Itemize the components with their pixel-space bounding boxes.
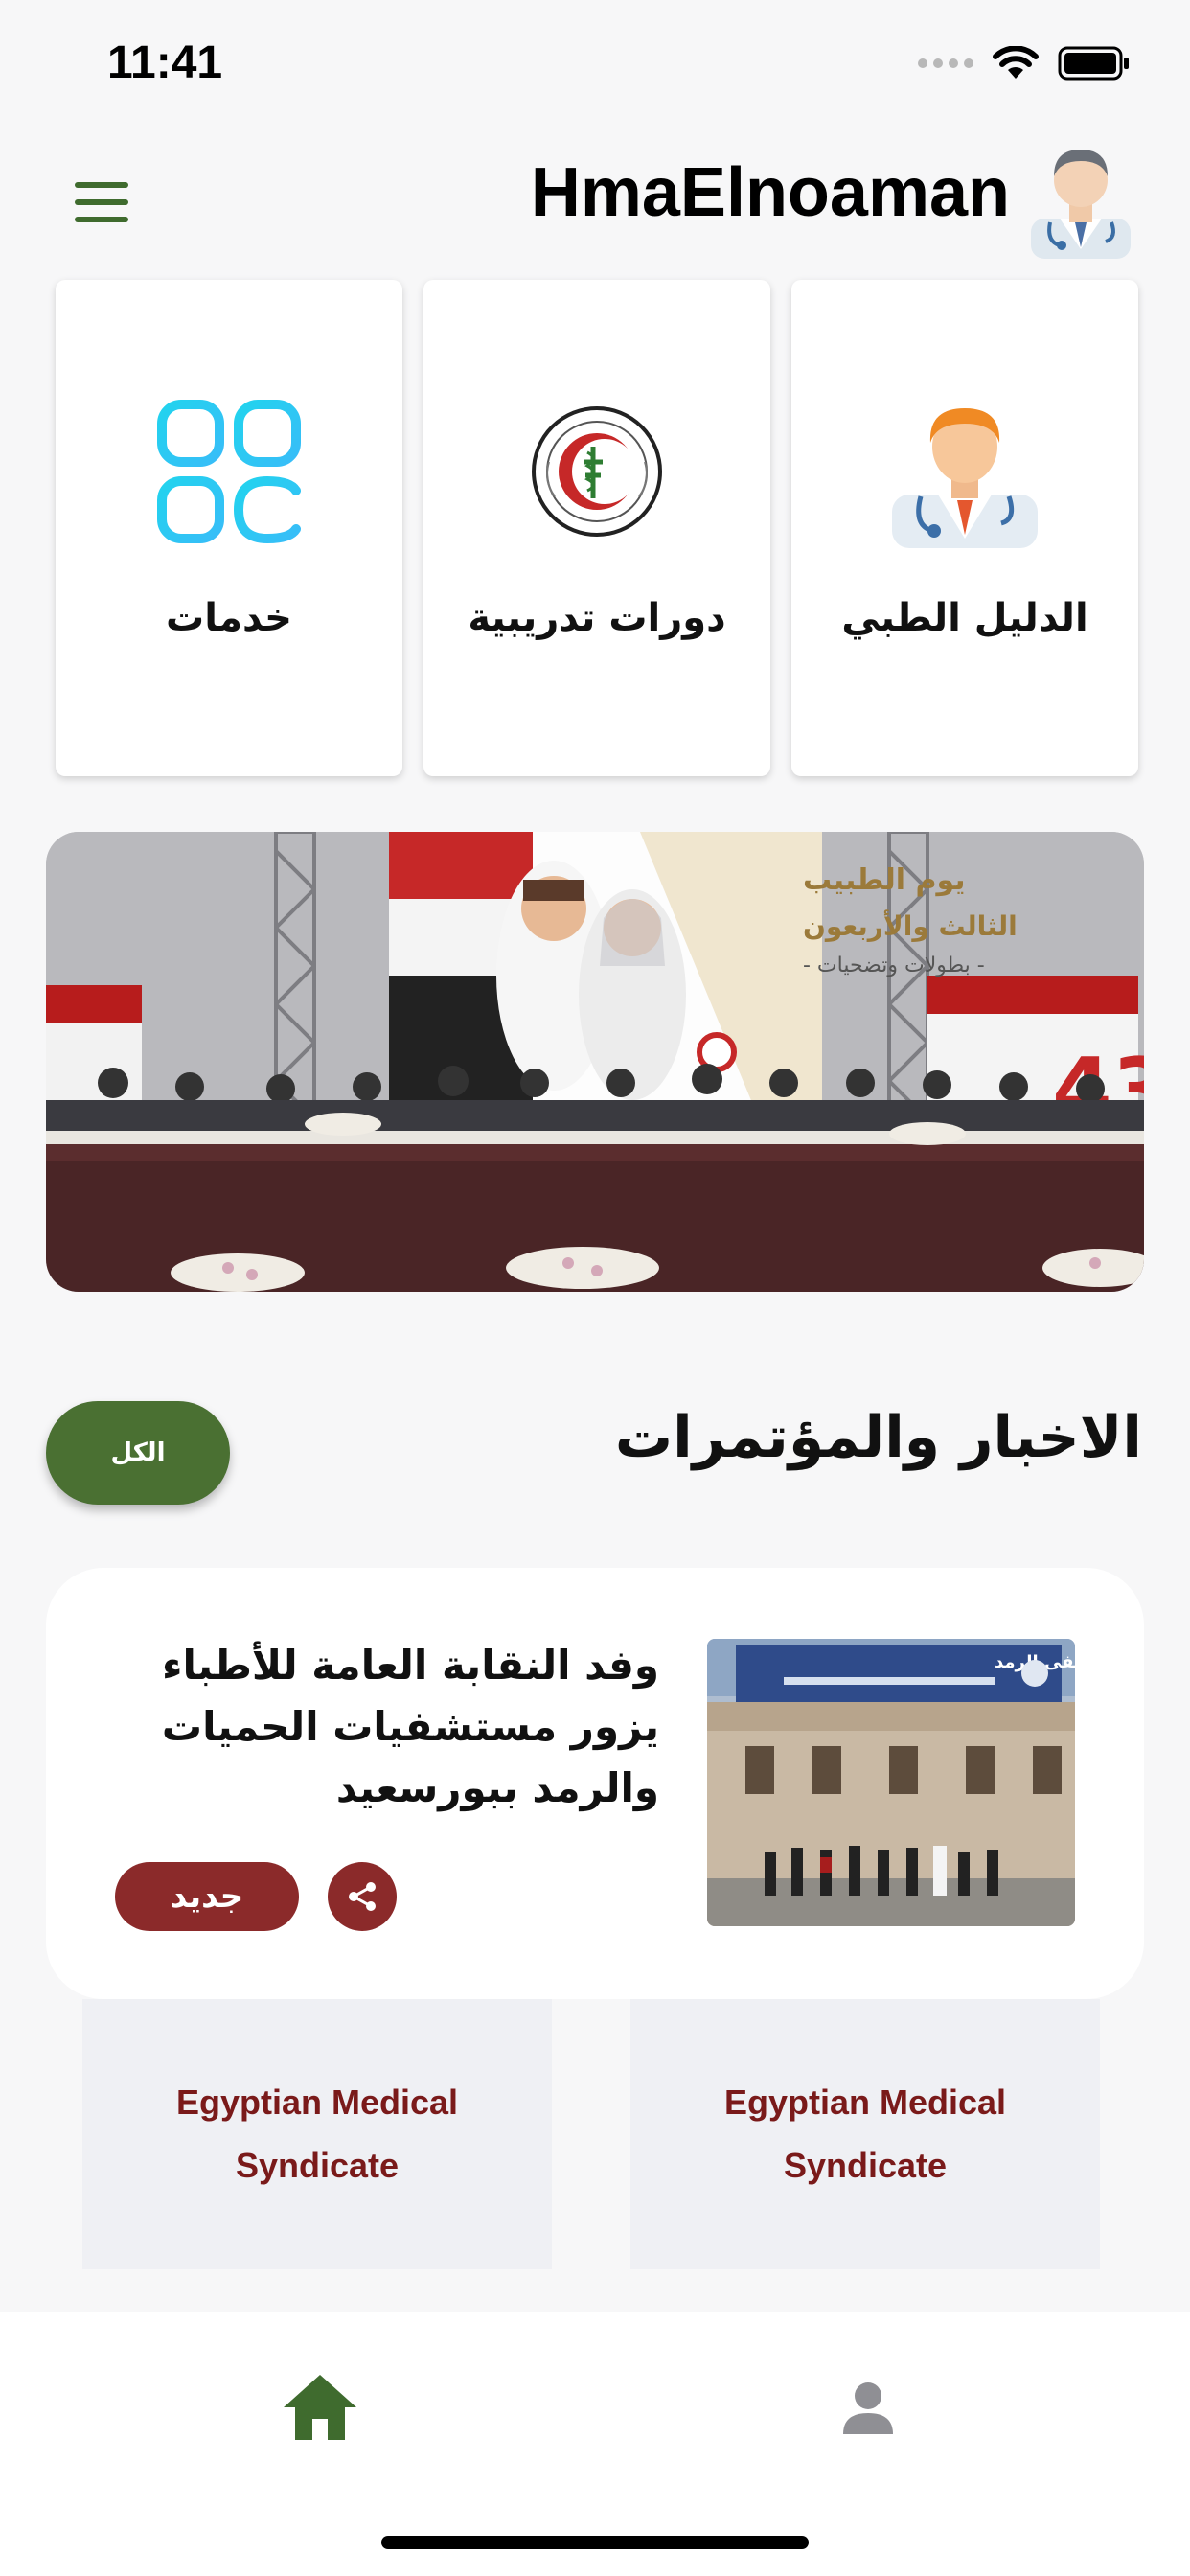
news-image: مستشفى الرمد bbox=[707, 1639, 1075, 1926]
signal-icon bbox=[918, 58, 973, 68]
home-icon bbox=[284, 2375, 356, 2440]
nav-profile[interactable] bbox=[820, 2359, 916, 2455]
share-button[interactable] bbox=[328, 1862, 397, 1931]
conference-banner[interactable]: 43 يوم الطبيب الثالث والأربعون - بطولات … bbox=[46, 832, 1144, 1292]
news-title: وفد النقابة العامة للأطباء يزور مستشفيات… bbox=[161, 1642, 659, 1811]
medical-guide-label: الدليل الطبي bbox=[841, 596, 1088, 640]
news-card[interactable]: مستشفى الرمد وفد النقابة العامة للأطباء … bbox=[46, 1568, 1144, 1999]
syndicate-card-label: Egyptian Medical Syndicate bbox=[175, 2082, 459, 2185]
new-badge[interactable]: جديد bbox=[115, 1862, 299, 1931]
feature-cards: الدليل الطبي دورات تدريبية خدمات bbox=[56, 280, 1138, 776]
services-grid-icon bbox=[152, 395, 306, 548]
home-indicator bbox=[381, 2536, 809, 2549]
app-header: HmaElnoaman bbox=[0, 125, 1190, 268]
app-title: HmaElnoaman bbox=[530, 154, 1010, 231]
status-bar: 11:41 bbox=[0, 0, 1190, 125]
menu-button[interactable] bbox=[75, 182, 128, 222]
status-icons bbox=[918, 46, 1131, 80]
nav-home[interactable] bbox=[272, 2359, 368, 2455]
banner-line-1: يوم الطبيب bbox=[803, 863, 966, 897]
banner-line-2: الثالث والأربعون bbox=[803, 909, 1018, 942]
services-label: خدمات bbox=[166, 596, 292, 640]
wifi-icon bbox=[993, 46, 1039, 79]
profile-icon bbox=[843, 2382, 893, 2434]
syndicate-card[interactable]: Egyptian Medical Syndicate bbox=[82, 1999, 552, 2269]
medical-syndicate-logo-icon bbox=[520, 395, 674, 548]
services-card[interactable]: خدمات bbox=[56, 280, 402, 776]
doctor-avatar-icon bbox=[1031, 150, 1131, 259]
doctor-icon bbox=[888, 395, 1041, 548]
news-section-title: الاخبار والمؤتمرات bbox=[614, 1404, 1142, 1471]
training-courses-label: دورات تدريبية bbox=[468, 596, 726, 640]
banner-line-3: - بطولات وتضحيات - bbox=[803, 954, 985, 978]
training-courses-card[interactable]: دورات تدريبية bbox=[423, 280, 770, 776]
view-all-button[interactable]: الكل bbox=[46, 1401, 230, 1505]
share-icon bbox=[349, 1882, 376, 1911]
syndicate-card-label: Egyptian Medical Syndicate bbox=[723, 2082, 1007, 2185]
battery-icon bbox=[1058, 46, 1129, 80]
status-time: 11:41 bbox=[107, 37, 223, 88]
medical-guide-card[interactable]: الدليل الطبي bbox=[791, 280, 1138, 776]
syndicate-card[interactable]: Egyptian Medical Syndicate bbox=[630, 1999, 1100, 2269]
